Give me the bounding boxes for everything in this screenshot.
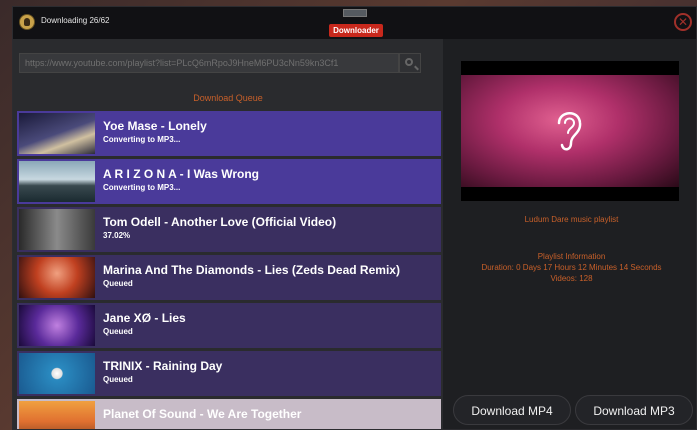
ear-icon [557,112,582,151]
video-thumbnail [19,161,95,202]
queue-item-title: Tom Odell - Another Love (Official Video… [103,215,337,229]
queue-item-status: Queued [103,327,133,336]
queue-item[interactable]: Planet Of Sound - We Are Together [17,399,441,429]
queue-item-title: Yoe Mase - Lonely [103,119,207,133]
queue-item[interactable]: A R I Z O N A - I Was Wrong Converting t… [17,159,441,204]
queue-item[interactable]: Yoe Mase - Lonely Converting to MP3... [17,111,441,156]
playlist-title: Ludum Dare music playlist [524,215,619,224]
app-logo-icon [19,14,35,30]
playlist-duration: Duration: 0 Days 17 Hours 12 Minutes 14 … [481,263,662,272]
queue-item-title: Marina And The Diamonds - Lies (Zeds Dea… [103,263,400,277]
download-progress-text: Downloading 26/62 [41,16,110,25]
playlist-cover-image [461,75,679,187]
video-thumbnail [19,113,95,154]
playlist-video-count: Videos: 128 [550,274,593,283]
playlist-url-input[interactable]: https://www.youtube.com/playlist?list=PL… [19,53,399,73]
search-button[interactable] [399,53,421,73]
queue-item-title: Planet Of Sound - We Are Together [103,407,302,421]
download-queue-list: Yoe Mase - Lonely Converting to MP3... A… [17,111,441,429]
close-button[interactable]: ✕ [674,13,692,31]
queue-item-status: Queued [103,279,133,288]
queue-panel: https://www.youtube.com/playlist?list=PL… [13,39,443,429]
video-thumbnail [19,209,95,250]
drag-handle-icon[interactable] [343,9,367,17]
queue-item-title: TRINIX - Raining Day [103,359,223,373]
download-mp4-button[interactable]: Download MP4 [453,395,571,425]
queue-item[interactable]: Marina And The Diamonds - Lies (Zeds Dea… [17,255,441,300]
queue-item-title: Jane XØ - Lies [103,311,186,325]
title-bar[interactable]: Downloading 26/62 Downloader ✕ [13,7,696,39]
playlist-info-heading: Playlist Information [537,252,606,261]
queue-item-status: Converting to MP3... [103,183,181,192]
queue-item[interactable]: Jane XØ - Lies Queued [17,303,441,348]
video-thumbnail [19,305,95,346]
video-thumbnail [19,401,95,429]
playlist-info: Playlist Information Duration: 0 Days 17… [445,251,696,284]
app-window: Downloading 26/62 Downloader ✕ https://w… [12,6,697,430]
video-thumbnail [19,257,95,298]
queue-item-status: 37.02% [103,231,131,240]
video-thumbnail [19,353,95,394]
search-icon [405,58,413,66]
video-preview [461,61,679,201]
download-mp3-button[interactable]: Download MP3 [575,395,693,425]
queue-item[interactable]: Tom Odell - Another Love (Official Video… [17,207,441,252]
queue-item[interactable]: TRINIX - Raining Day Queued [17,351,441,396]
queue-heading: Download Queue [193,93,263,103]
queue-item-status: Converting to MP3... [103,135,181,144]
queue-item-status: Queued [103,375,133,384]
playlist-info-panel: Ludum Dare music playlist Playlist Infor… [445,39,696,429]
queue-item-title: A R I Z O N A - I Was Wrong [103,167,259,181]
app-brand-label: Downloader [329,24,383,37]
